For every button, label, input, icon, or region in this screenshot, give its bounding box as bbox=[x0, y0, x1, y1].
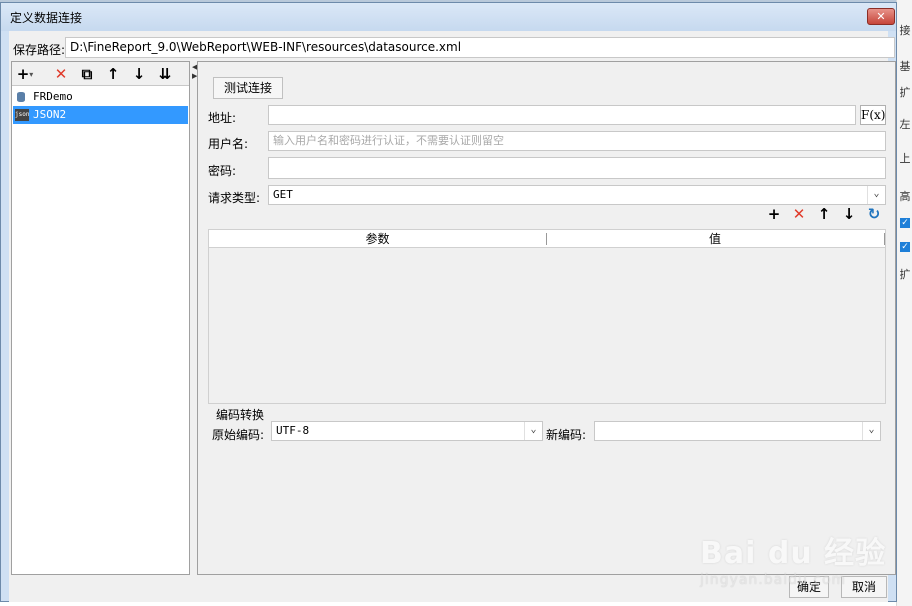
close-button[interactable]: ✕ bbox=[867, 8, 895, 25]
move-param-up-button[interactable]: ↑ bbox=[814, 204, 834, 224]
watermark-url-text: jingyan.baidu.com bbox=[700, 572, 847, 588]
background-text: 扩 bbox=[899, 86, 911, 99]
arrow-down-icon: ↓ bbox=[132, 65, 146, 83]
dropdown-arrow-icon: ▾ bbox=[29, 70, 34, 79]
background-text: 高 bbox=[899, 190, 911, 203]
original-encoding-select[interactable]: UTF-8 ⌄ bbox=[271, 421, 543, 441]
delete-datasource-button[interactable]: ✕ bbox=[52, 65, 70, 83]
new-encoding-label: 新编码: bbox=[546, 428, 587, 442]
add-datasource-button[interactable]: +▾ bbox=[16, 65, 34, 83]
password-label: 密码: bbox=[208, 164, 237, 178]
address-label: 地址: bbox=[208, 111, 237, 125]
request-type-value: GET bbox=[273, 188, 293, 201]
background-checkbox: ✓ bbox=[900, 218, 910, 228]
background-text: 扩 bbox=[899, 268, 911, 281]
request-type-label: 请求类型: bbox=[208, 191, 261, 205]
move-down-button[interactable]: ↓ bbox=[130, 65, 148, 83]
dialog-content: 保存路径: D:\FineReport_9.0\WebReport\WEB-IN… bbox=[9, 31, 896, 602]
background-text: 基 bbox=[899, 60, 911, 73]
connection-config-panel: 测试连接 地址: F(x) 用户名: 输入用户名和密码进行认证，不需要认证则留空… bbox=[197, 61, 896, 575]
datasource-item-json2[interactable]: json JSON2 bbox=[13, 106, 188, 124]
chevron-down-icon: ⌄ bbox=[867, 186, 885, 204]
plus-icon: + bbox=[767, 205, 781, 223]
arrow-up-icon: ↑ bbox=[817, 205, 831, 223]
datasource-list-panel: +▾ ✕ ⧉ ↑ ↓ ⇊ FRDemo json JSON2 bbox=[11, 61, 190, 575]
sort-button[interactable]: ⇊ bbox=[156, 65, 174, 83]
sort-icon: ⇊ bbox=[158, 65, 172, 83]
json-icon: json bbox=[15, 109, 29, 121]
move-up-button[interactable]: ↑ bbox=[104, 65, 122, 83]
watermark-logo-text: Bai du 经验 bbox=[700, 536, 887, 571]
arrow-down-icon: ↓ bbox=[842, 205, 856, 223]
request-type-select[interactable]: GET ⌄ bbox=[268, 185, 886, 205]
delete-icon: ✕ bbox=[792, 205, 806, 223]
address-input[interactable] bbox=[268, 105, 856, 125]
baidu-jingyan-watermark: Bai du 经验 jingyan.baidu.com bbox=[700, 528, 886, 588]
arrow-up-icon: ↑ bbox=[106, 65, 120, 83]
plus-icon: + bbox=[16, 65, 30, 83]
username-input[interactable]: 输入用户名和密码进行认证，不需要认证则留空 bbox=[268, 131, 886, 151]
refresh-icon: ↻ bbox=[867, 205, 881, 223]
copy-icon: ⧉ bbox=[81, 65, 93, 83]
datasource-name: JSON2 bbox=[33, 108, 67, 121]
chevron-down-icon: ⌄ bbox=[524, 422, 542, 440]
move-param-down-button[interactable]: ↓ bbox=[839, 204, 859, 224]
background-text: 上 bbox=[899, 152, 911, 165]
add-param-button[interactable]: + bbox=[764, 204, 784, 224]
refresh-params-button[interactable]: ↻ bbox=[864, 204, 884, 224]
username-label: 用户名: bbox=[208, 137, 249, 151]
datasource-name: FRDemo bbox=[33, 90, 73, 103]
original-encoding-value: UTF-8 bbox=[276, 424, 310, 437]
datasource-item-frdemo[interactable]: FRDemo bbox=[13, 88, 188, 106]
dialog-title-bar[interactable]: 定义数据连接 ✕ bbox=[1, 3, 896, 31]
background-app-right-edge: 接 基 扩 左 上 高 ✓ ✓ 扩 bbox=[896, 0, 912, 606]
new-encoding-select[interactable]: ⌄ bbox=[594, 421, 881, 441]
encoding-section-label: 编码转换 bbox=[216, 408, 265, 422]
column-header-value[interactable]: 值 bbox=[547, 230, 883, 248]
params-table-header: 参数 值 bbox=[209, 230, 885, 248]
test-connection-button[interactable]: 测试连接 bbox=[213, 77, 283, 99]
background-text: 接 bbox=[899, 24, 911, 37]
background-checkbox: ✓ bbox=[900, 242, 910, 252]
dialog-title: 定义数据连接 bbox=[10, 11, 83, 25]
background-text: 左 bbox=[899, 118, 911, 131]
delete-icon: ✕ bbox=[54, 65, 68, 83]
params-table[interactable]: 参数 值 bbox=[208, 229, 886, 404]
chevron-down-icon: ⌄ bbox=[862, 422, 880, 440]
column-divider bbox=[884, 233, 885, 245]
column-header-param[interactable]: 参数 bbox=[209, 230, 546, 248]
copy-datasource-button[interactable]: ⧉ bbox=[78, 65, 96, 83]
datasource-toolbar: +▾ ✕ ⧉ ↑ ↓ ⇊ bbox=[12, 62, 189, 86]
password-input[interactable] bbox=[268, 157, 886, 179]
save-path-field[interactable]: D:\FineReport_9.0\WebReport\WEB-INF\reso… bbox=[65, 37, 895, 58]
delete-param-button[interactable]: ✕ bbox=[789, 204, 809, 224]
database-icon bbox=[17, 92, 25, 102]
define-data-connection-dialog: 定义数据连接 ✕ 保存路径: D:\FineReport_9.0\WebRepo… bbox=[0, 2, 897, 602]
original-encoding-label: 原始编码: bbox=[212, 428, 265, 442]
formula-button[interactable]: F(x) bbox=[860, 105, 886, 125]
save-path-label: 保存路径: bbox=[13, 43, 66, 57]
